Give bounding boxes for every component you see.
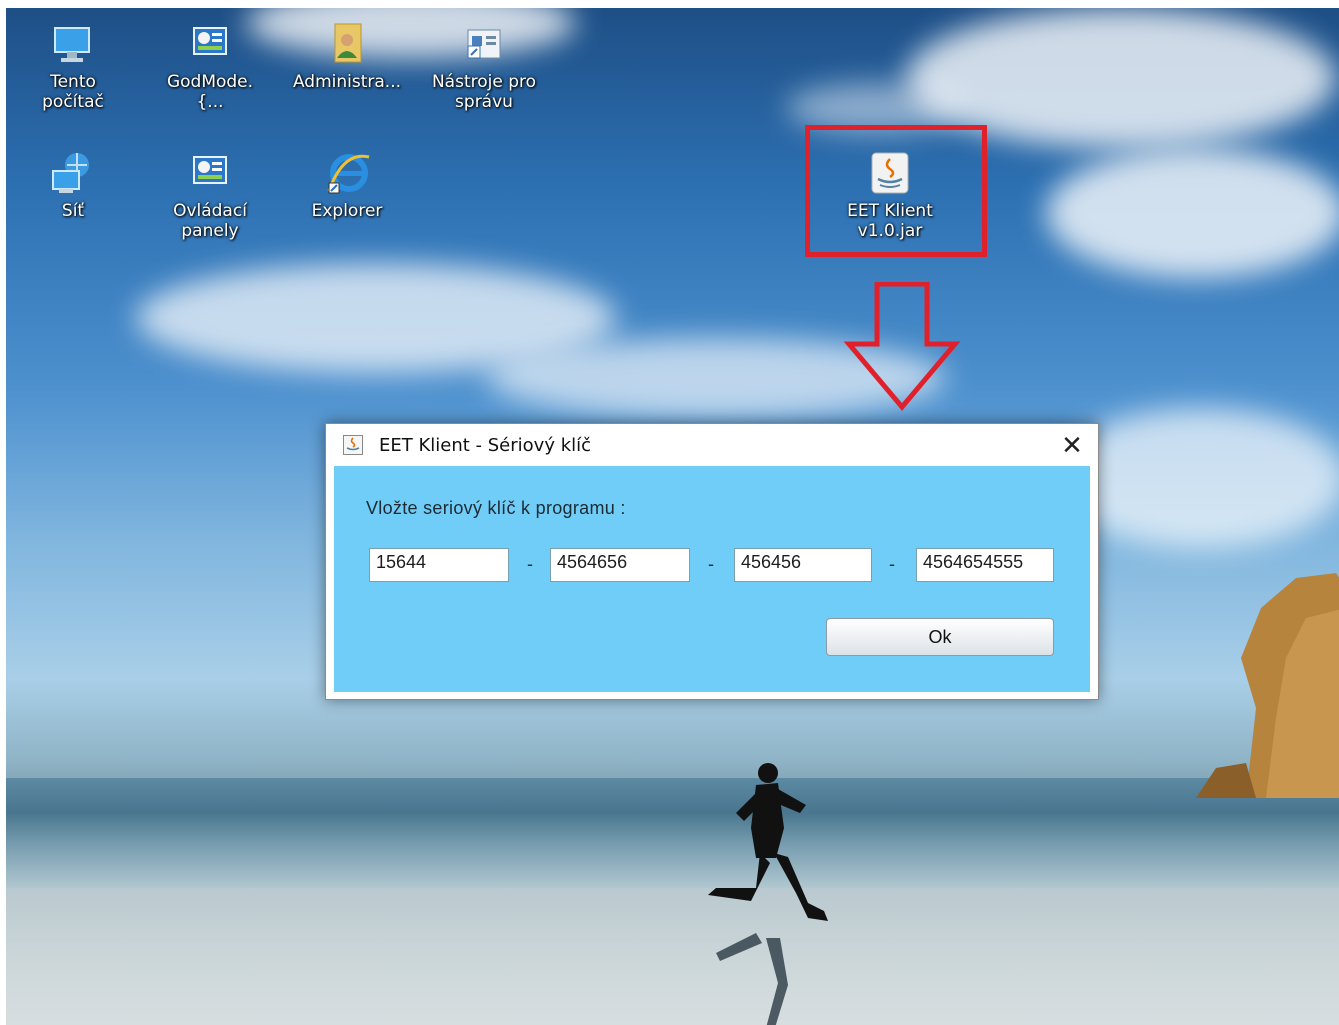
separator: -: [527, 554, 533, 574]
admin-tools-icon: [460, 22, 508, 68]
close-icon: ✕: [1061, 429, 1083, 460]
separator: -: [708, 554, 714, 574]
serial-key-dialog: EET Klient - Sériový klíč ✕ Vložte serio…: [325, 423, 1099, 700]
close-button[interactable]: ✕: [1046, 424, 1098, 466]
user-folder-icon: [323, 22, 371, 68]
serial-key-field-4[interactable]: 4564654555: [916, 548, 1054, 582]
sea-rock: [1196, 573, 1339, 798]
highlight-box: [805, 125, 987, 257]
desktop-icon-godmode[interactable]: GodMode.{...: [155, 22, 265, 112]
separator: -: [889, 554, 895, 574]
desktop-icon-label: Explorer: [311, 201, 383, 221]
desktop-icon-label: Administra...: [292, 72, 402, 92]
sea: [6, 778, 1339, 893]
desktop-icon-this-pc[interactable]: Tento počítač: [18, 22, 128, 112]
cloud: [1046, 148, 1339, 278]
down-arrow-annotation: [843, 282, 961, 411]
serial-key-prompt: Vložte seriový klíč k programu :: [366, 498, 626, 518]
desktop-icon-label: Síť: [61, 201, 85, 221]
network-icon: [49, 151, 97, 197]
dialog-title: EET Klient - Sériový klíč: [379, 435, 592, 456]
desktop-icon-control-panel[interactable]: Ovládací panely: [155, 151, 265, 241]
desktop-icon-explorer[interactable]: Explorer: [292, 151, 402, 221]
runner-silhouette: [708, 763, 828, 1025]
serial-key-field-2[interactable]: 4564656: [550, 548, 690, 582]
desktop-icon-network[interactable]: Síť: [18, 151, 128, 221]
desktop-icon-label: Ovládací panely: [173, 201, 247, 241]
java-app-icon: [343, 435, 363, 455]
desktop-icon-administrator[interactable]: Administra...: [292, 22, 402, 92]
desktop-icon-label: GodMode.{...: [166, 72, 254, 112]
serial-key-field-3[interactable]: 456456: [734, 548, 872, 582]
desktop-icon-admin-tools[interactable]: Nástroje pro správu: [429, 22, 539, 112]
ok-button[interactable]: Ok: [826, 618, 1054, 656]
desktop-icon-label: Tento počítač: [42, 72, 104, 112]
dialog-body: Vložte seriový klíč k programu : 15644 -…: [334, 466, 1090, 692]
control-panel-icon: [186, 22, 234, 68]
serial-key-field-1[interactable]: 15644: [369, 548, 509, 582]
control-panel-icon: [186, 151, 234, 197]
desktop-icon-label: Nástroje pro správu: [431, 72, 537, 112]
beach: [6, 888, 1339, 1025]
internet-explorer-icon: [323, 151, 371, 197]
dialog-titlebar[interactable]: EET Klient - Sériový klíč ✕: [326, 424, 1098, 466]
computer-icon: [49, 22, 97, 68]
